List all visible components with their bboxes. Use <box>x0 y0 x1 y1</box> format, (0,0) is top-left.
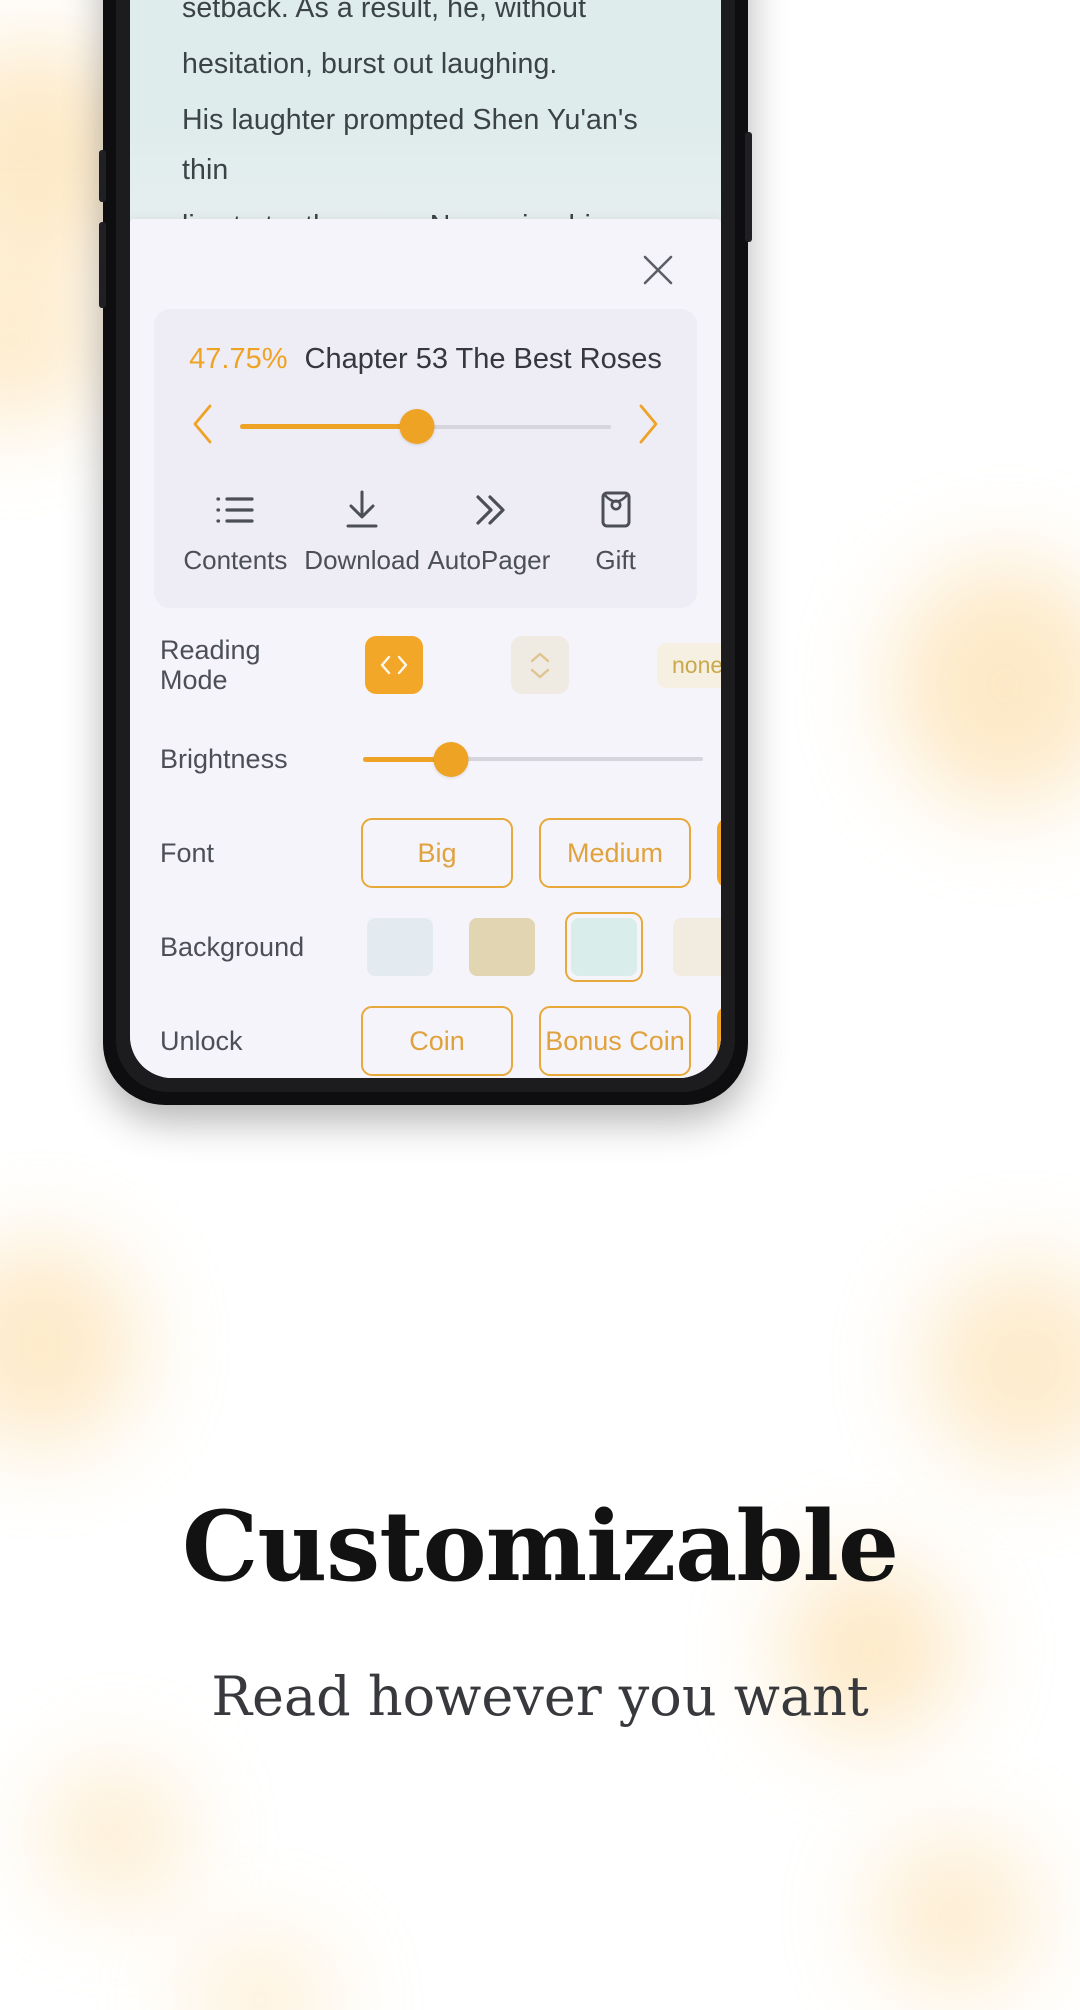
next-chapter-icon[interactable] <box>633 400 663 453</box>
horizontal-arrows-icon <box>380 655 408 675</box>
reader-settings-sheet: 47.75% Chapter 53 The Best Roses Content… <box>130 219 721 1078</box>
decorative-blob <box>0 250 110 430</box>
action-gift[interactable]: Gift <box>552 487 679 576</box>
decorative-blob <box>40 1760 190 1910</box>
marketing-headline: Customizable Read however you want <box>0 1490 1080 1728</box>
action-download[interactable]: Download <box>299 487 426 576</box>
action-autopager[interactable]: AutoPager <box>426 487 553 576</box>
settings-rows: Reading Mode none Brightness Font Big Me… <box>130 618 721 1078</box>
progress-title: 47.75% Chapter 53 The Best Roses <box>154 343 697 376</box>
font-label: Font <box>160 838 215 868</box>
unlock-label: Unlock <box>160 1026 243 1056</box>
quick-actions: Contents Download AutoPager Gift <box>154 487 697 582</box>
power-button[interactable] <box>745 132 752 242</box>
brightness-label: Brightness <box>160 744 288 774</box>
gift-envelope-icon <box>552 487 679 533</box>
background-label: Background <box>160 932 305 962</box>
reader-line: hesitation, burst out laughing. <box>182 48 558 80</box>
decorative-blob <box>890 560 1080 810</box>
background-swatch[interactable] <box>667 912 721 982</box>
slider-thumb[interactable] <box>399 409 435 444</box>
action-label: AutoPager <box>427 545 551 575</box>
reading-mode-label-line1: Reading <box>160 635 261 665</box>
volume-down-button[interactable] <box>99 222 106 308</box>
progress-card: 47.75% Chapter 53 The Best Roses Content… <box>154 309 697 608</box>
row-unlock: Unlock Coin Bonus Coin Manual <box>130 994 721 1078</box>
font-option-big[interactable]: Big <box>361 818 513 888</box>
action-label: Contents <box>183 545 288 575</box>
slider-thumb[interactable] <box>433 741 469 777</box>
previous-chapter-icon[interactable] <box>188 400 218 453</box>
slider-fill <box>240 424 418 429</box>
reader-line: His laughter prompted Shen Yu'an's thin <box>182 104 638 186</box>
close-icon[interactable] <box>637 249 679 291</box>
background-swatch[interactable] <box>565 912 643 982</box>
decorative-blob <box>180 1930 340 2010</box>
background-swatch[interactable] <box>361 912 439 982</box>
unlock-option-bonus-coin[interactable]: Bonus Coin <box>539 1006 691 1076</box>
unlock-options: Coin Bonus Coin Manual <box>335 1006 721 1076</box>
background-swatch-color <box>469 918 535 976</box>
reading-mode-label: Reading Mode <box>160 635 335 695</box>
background-swatch-color <box>367 918 433 976</box>
background-swatch-color <box>673 918 721 976</box>
brightness-control <box>335 741 703 777</box>
font-option-small[interactable]: Small <box>717 818 721 888</box>
row-brightness: Brightness <box>130 712 721 806</box>
headline-title: Customizable <box>181 1490 899 1603</box>
phone-device-frame: heard Shen Yu'an encountering a major se… <box>99 0 752 1105</box>
double-chevron-right-icon <box>426 487 553 533</box>
download-icon <box>299 487 426 533</box>
background-swatch[interactable] <box>463 912 541 982</box>
reading-mode-options: none <box>335 636 721 694</box>
row-reading-mode: Reading Mode none <box>130 618 721 712</box>
unlock-option-manual[interactable]: Manual <box>717 1006 721 1076</box>
decorative-blob <box>920 1260 1080 1470</box>
volume-up-button[interactable] <box>99 150 106 202</box>
font-option-medium[interactable]: Medium <box>539 818 691 888</box>
reader-content: heard Shen Yu'an encountering a major se… <box>130 0 721 225</box>
action-label: Gift <box>595 545 636 575</box>
headline-subtitle: Read however you want <box>211 1665 869 1728</box>
reading-mode-vertical-button[interactable] <box>511 636 569 694</box>
decorative-blob <box>0 1240 140 1450</box>
brightness-slider[interactable] <box>363 741 703 777</box>
reader-line: setback. As a result, he, without <box>182 0 587 24</box>
reading-mode-none-chip[interactable]: none <box>657 642 721 688</box>
decorative-blob <box>870 1830 1040 2000</box>
background-swatch-color <box>571 918 637 976</box>
action-contents[interactable]: Contents <box>172 487 299 576</box>
vertical-arrows-icon <box>530 652 550 679</box>
row-background: Background <box>130 900 721 994</box>
phone-screen: heard Shen Yu'an encountering a major se… <box>130 0 721 1078</box>
reading-mode-label-line2: Mode <box>160 665 228 695</box>
sheet-header <box>130 219 721 309</box>
chapter-progress-slider[interactable] <box>240 409 611 444</box>
background-options <box>335 912 721 982</box>
progress-percent: 47.75% <box>189 343 288 375</box>
unlock-option-coin[interactable]: Coin <box>361 1006 513 1076</box>
font-options: Big Medium Small <box>335 818 721 888</box>
list-icon <box>172 487 299 533</box>
row-font: Font Big Medium Small <box>130 806 721 900</box>
chapter-title: Chapter 53 The Best Roses <box>304 343 662 375</box>
chapter-slider-row <box>154 400 697 453</box>
action-label: Download <box>304 545 420 575</box>
phone-bezel: heard Shen Yu'an encountering a major se… <box>116 0 735 1092</box>
reading-mode-horizontal-button[interactable] <box>365 636 423 694</box>
